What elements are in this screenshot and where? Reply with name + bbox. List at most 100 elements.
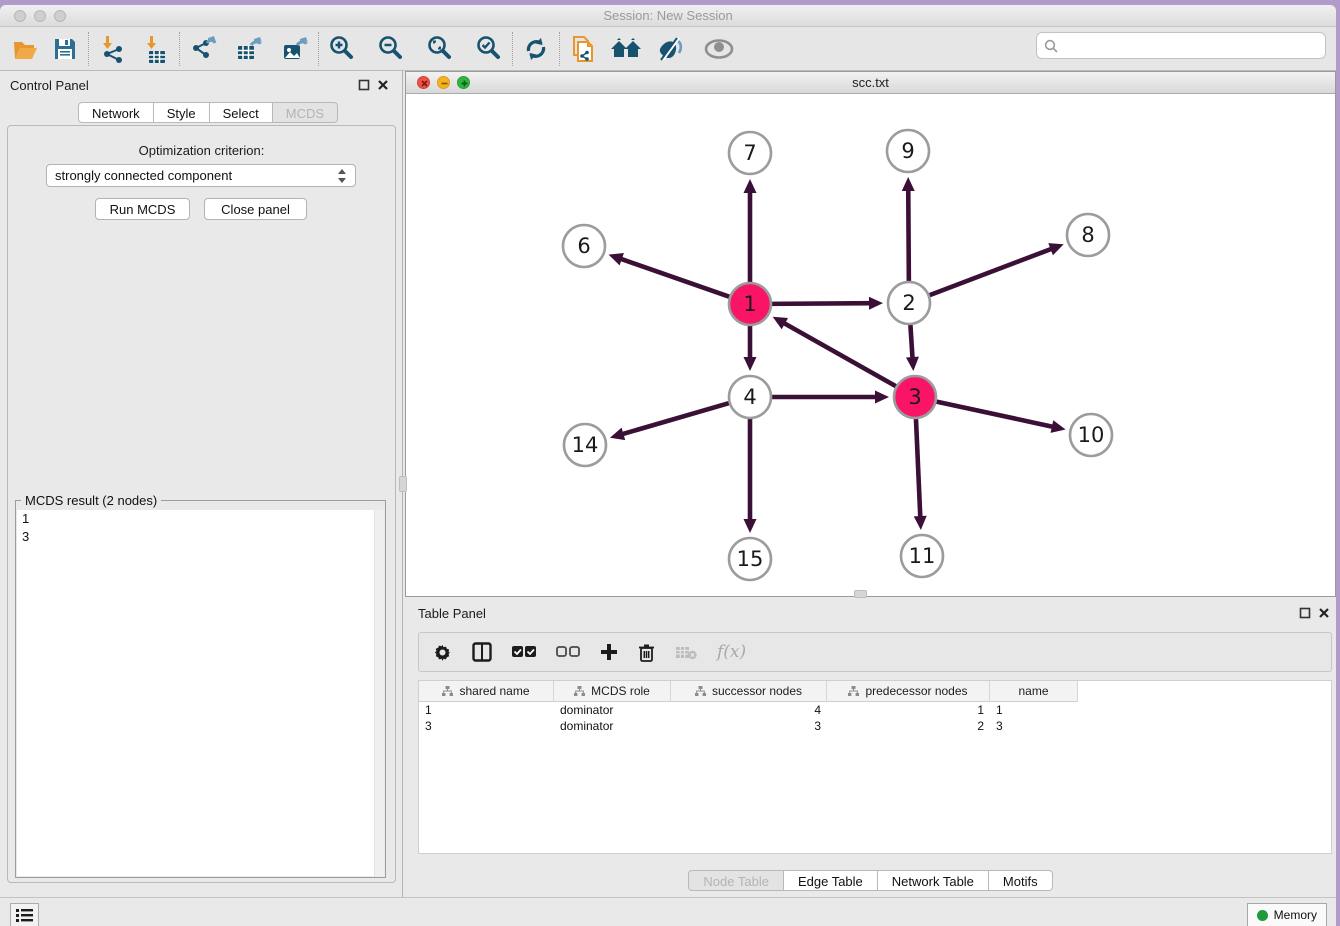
home-networks-icon[interactable] <box>610 32 644 66</box>
control-panel-titlebar: Control Panel <box>0 71 402 99</box>
tab-style[interactable]: Style <box>154 102 210 123</box>
graph-edge-2-8[interactable] <box>927 248 1054 296</box>
open-folder-icon[interactable] <box>8 32 42 66</box>
toolbar-separator <box>88 32 89 66</box>
graph-edge-3-11[interactable] <box>916 416 921 519</box>
edge-arrowhead <box>1051 420 1066 433</box>
status-list-button[interactable] <box>10 903 39 926</box>
window-title: Session: New Session <box>0 8 1336 23</box>
memory-button[interactable]: Memory <box>1247 903 1327 926</box>
list-icon <box>16 908 33 922</box>
delete-table-icon <box>675 645 697 660</box>
tab-network[interactable]: Network <box>78 102 154 123</box>
node-label-11: 11 <box>909 544 936 568</box>
result-scrollbar[interactable] <box>374 510 384 876</box>
tab-motifs[interactable]: Motifs <box>989 870 1053 891</box>
export-image-icon[interactable] <box>278 32 312 66</box>
node-label-8: 8 <box>1081 223 1094 247</box>
panel-splitter-handle[interactable] <box>399 476 407 492</box>
control-panel-title: Control Panel <box>10 78 89 93</box>
graph-edge-3-1[interactable] <box>782 322 898 388</box>
zoom-out-icon[interactable] <box>374 32 408 66</box>
graph-edge-1-2[interactable] <box>769 303 872 304</box>
column-header-successor-nodes[interactable]: successor nodes <box>671 681 827 702</box>
export-table-icon[interactable] <box>232 32 266 66</box>
add-column-icon[interactable] <box>600 643 618 661</box>
show-eye-icon[interactable] <box>702 32 736 66</box>
tab-network-table[interactable]: Network Table <box>878 870 989 891</box>
column-header-label: shared name <box>459 684 529 698</box>
tab-mcds[interactable]: MCDS <box>273 102 338 123</box>
table-body: 1dominator4113dominator323 <box>419 702 1331 734</box>
float-panel-icon[interactable] <box>358 79 370 91</box>
node-label-15: 15 <box>737 547 764 571</box>
refresh-layout-icon[interactable] <box>519 32 553 66</box>
memory-status-dot <box>1257 910 1268 921</box>
node-label-14: 14 <box>572 433 599 457</box>
settings-gear-icon[interactable] <box>433 643 452 662</box>
copy-network-icon[interactable] <box>566 32 600 66</box>
table-row[interactable]: 1dominator411 <box>419 702 1331 718</box>
search-input[interactable] <box>1063 36 1325 56</box>
table-panel-title: Table Panel <box>418 606 486 621</box>
select-all-checkboxes-icon[interactable] <box>512 646 536 658</box>
column-header-label: MCDS role <box>591 684 650 698</box>
global-search-field[interactable] <box>1036 32 1326 59</box>
graph-edge-1-6[interactable] <box>619 258 732 298</box>
import-network-icon[interactable] <box>95 32 129 66</box>
zoom-selected-icon[interactable] <box>472 32 506 66</box>
control-panel: Control Panel NetworkStyleSelectMCDS Opt… <box>0 71 403 897</box>
graph-edge-2-9[interactable] <box>908 188 909 284</box>
close-panel-icon[interactable] <box>377 79 389 91</box>
status-bar: Memory <box>0 897 1336 926</box>
tab-edge-table[interactable]: Edge Table <box>784 870 878 891</box>
edge-arrowhead <box>610 428 625 440</box>
mcds-result-textarea[interactable]: 1 3 <box>17 510 384 876</box>
node-table: shared name MCDS role successor nodesprede… <box>418 680 1332 854</box>
mcds-result-box: MCDS result (2 nodes) 1 3 <box>15 500 386 878</box>
edge-arrowhead <box>869 297 883 310</box>
tab-select[interactable]: Select <box>210 102 273 123</box>
mcds-panel: Optimization criterion: strongly connect… <box>7 125 396 883</box>
table-cell: dominator <box>554 702 671 718</box>
table-row[interactable]: 3dominator323 <box>419 718 1331 734</box>
split-columns-icon[interactable] <box>472 642 492 662</box>
network-view-window: scc.txt 7968124314101511 <box>405 71 1336 597</box>
column-header-shared-name[interactable]: shared name <box>419 681 554 702</box>
table-cell: 2 <box>827 718 990 734</box>
close-panel-label: Close panel <box>221 202 290 217</box>
zoom-in-icon[interactable] <box>325 32 359 66</box>
node-label-3: 3 <box>908 385 921 409</box>
edge-arrowhead <box>744 519 757 533</box>
column-header-predecessor-nodes[interactable]: predecessor nodes <box>827 681 990 702</box>
table-panel-tabs: Node TableEdge TableNetwork TableMotifs <box>405 870 1336 891</box>
zoom-fit-icon[interactable] <box>423 32 457 66</box>
network-graph-canvas[interactable]: 7968124314101511 <box>406 94 1335 596</box>
run-mcds-button[interactable]: Run MCDS <box>95 198 190 220</box>
tab-node-table[interactable]: Node Table <box>688 870 784 891</box>
table-splitter-handle[interactable] <box>854 590 867 598</box>
node-label-6: 6 <box>577 234 590 258</box>
table-cell: 1 <box>419 702 554 718</box>
delete-column-icon[interactable] <box>638 643 655 662</box>
save-icon[interactable] <box>48 32 82 66</box>
hide-style-icon[interactable] <box>654 32 688 66</box>
graph-edge-4-14[interactable] <box>621 402 732 434</box>
graph-edge-3-10[interactable] <box>934 401 1055 427</box>
float-table-panel-icon[interactable] <box>1299 607 1311 619</box>
table-header-row: shared name MCDS role successor nodesprede… <box>419 681 1331 702</box>
criterion-dropdown[interactable]: strongly connected component <box>46 164 356 187</box>
edge-arrowhead <box>906 357 919 371</box>
import-table-icon[interactable] <box>139 32 173 66</box>
graph-edge-2-3[interactable] <box>910 322 912 360</box>
column-header-name[interactable]: name <box>990 681 1078 702</box>
export-network-icon[interactable] <box>186 32 220 66</box>
node-label-7: 7 <box>743 141 756 165</box>
close-panel-button[interactable]: Close panel <box>204 198 307 220</box>
edge-arrowhead <box>914 516 927 530</box>
deselect-all-checkboxes-icon[interactable] <box>556 646 580 658</box>
table-cell: 4 <box>671 702 827 718</box>
table-cell: dominator <box>554 718 671 734</box>
close-table-panel-icon[interactable] <box>1318 607 1330 619</box>
column-header-MCDS-role[interactable]: MCDS role <box>554 681 671 702</box>
